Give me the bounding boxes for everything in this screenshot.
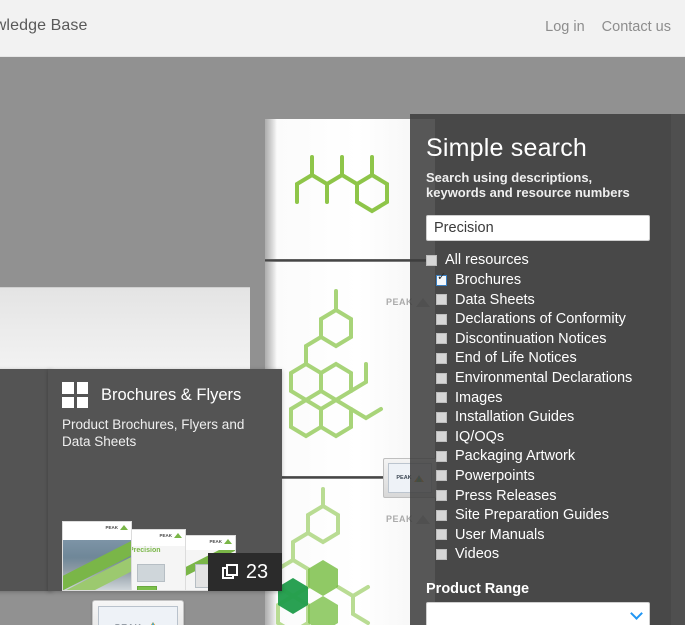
peak-wordmark: PEAK <box>385 297 413 307</box>
checkbox-label: Images <box>455 389 503 406</box>
checkbox-row-data-sheets[interactable]: Data Sheets <box>426 290 659 310</box>
checkbox-icon[interactable] <box>436 470 447 482</box>
checkbox-icon[interactable] <box>436 431 447 443</box>
brochure-thumbnail: PEAK Precision <box>124 529 186 591</box>
peak-triangle-icon <box>174 533 182 538</box>
checkbox-icon[interactable] <box>436 372 447 384</box>
checkbox-icon[interactable] <box>436 450 447 462</box>
checkbox-row-site-preparation-guides[interactable]: Site Preparation Guides <box>426 505 659 525</box>
brochure-thumbnail: PEAK <box>62 521 132 591</box>
panel-title: Simple search <box>426 134 587 162</box>
checkbox-label: Videos <box>455 546 500 563</box>
peak-triangle-icon <box>120 525 128 530</box>
grid-icon <box>62 382 88 408</box>
checkbox-icon[interactable] <box>436 392 447 404</box>
hero-background: SCIENTIFIC PEAK <box>0 57 685 625</box>
tile-header: Brochures & Flyers <box>48 369 282 408</box>
header-nav: Log in Contact us <box>545 19 671 35</box>
tile-title: Brochures & Flyers <box>101 385 242 404</box>
checkbox-icon[interactable] <box>436 272 447 286</box>
checkbox-row-declarations-of-conformity[interactable]: Declarations of Conformity <box>426 309 659 329</box>
search-input[interactable] <box>426 214 650 241</box>
checkbox-row-discontinuation-notices[interactable]: Discontinuation Notices <box>426 329 659 349</box>
resource-tile-partial[interactable]: 15 <box>0 369 52 591</box>
tile-count-badge: 23 <box>208 553 282 591</box>
tile-count-value: 23 <box>245 560 269 583</box>
resource-type-checklist: All resources Brochures Data Sheets Decl… <box>426 251 659 565</box>
checkbox-label: Installation Guides <box>455 409 575 426</box>
checkbox-row-brochures[interactable]: Brochures <box>426 270 659 290</box>
checkbox-icon[interactable] <box>436 411 447 423</box>
checkbox-label: IQ/OQs <box>455 428 505 445</box>
checkbox-icon[interactable] <box>436 294 447 306</box>
panel-subtitle: Search using descriptions, keywords and … <box>426 170 630 201</box>
checkbox-icon[interactable] <box>436 490 447 502</box>
contact-us-link[interactable]: Contact us <box>602 19 671 35</box>
product-range-select[interactable] <box>426 602 650 625</box>
brand-title: Knowledge Base <box>0 17 88 34</box>
resource-tile-brochures-flyers[interactable]: Brochures & Flyers Product Brochures, Fl… <box>48 369 282 591</box>
checkbox-row-all-resources[interactable]: All resources <box>426 251 659 271</box>
checkbox-row-iq-oqs[interactable]: IQ/OQs <box>426 427 659 447</box>
thumb-brand-label: PEAK <box>209 539 222 544</box>
checkbox-row-press-releases[interactable]: Press Releases <box>426 486 659 506</box>
peak-triangle-icon <box>224 539 232 544</box>
checkbox-label: Brochures <box>455 272 522 289</box>
checkbox-icon[interactable] <box>426 254 437 266</box>
checkbox-row-images[interactable]: Images <box>426 388 659 408</box>
checkbox-icon[interactable] <box>436 333 447 345</box>
tile-description: Product Brochures, Flyers and Data Sheet… <box>62 417 245 450</box>
checkbox-label: Data Sheets <box>455 291 535 308</box>
checkbox-label: User Manuals <box>455 526 545 543</box>
checkbox-row-powerpoints[interactable]: Powerpoints <box>426 466 659 486</box>
thumb-brand-label: PEAK <box>105 525 118 530</box>
checkbox-row-user-manuals[interactable]: User Manuals <box>426 525 659 545</box>
checkbox-icon[interactable] <box>436 313 447 325</box>
checkbox-label: Packaging Artwork <box>455 448 576 465</box>
checkbox-label: Powerpoints <box>455 467 535 484</box>
checkbox-row-end-of-life-notices[interactable]: End of Life Notices <box>426 349 659 369</box>
site-header: Knowledge Base Log in Contact us <box>0 0 685 57</box>
checkbox-label: Press Releases <box>455 487 557 504</box>
checkbox-icon[interactable] <box>436 509 447 521</box>
peak-wordmark: PEAK <box>385 514 413 524</box>
checkbox-label: Discontinuation Notices <box>455 330 607 347</box>
login-link[interactable]: Log in <box>545 19 585 35</box>
simple-search-panel: Simple search Search using descriptions,… <box>410 114 685 625</box>
checkbox-label: End of Life Notices <box>455 350 577 367</box>
equipment-touchscreen: PEAK <box>92 600 184 625</box>
product-range-label: Product Range <box>426 581 530 598</box>
copy-stack-icon <box>221 563 239 581</box>
thumb-caption: Precision <box>129 546 161 554</box>
checkbox-icon[interactable] <box>436 529 447 541</box>
checkbox-label: Declarations of Conformity <box>455 311 626 328</box>
checkbox-row-videos[interactable]: Videos <box>426 545 659 565</box>
checkbox-label: All resources <box>445 252 529 269</box>
page-root: Knowledge Base Log in Contact us SCIENTI… <box>0 0 685 625</box>
chevron-down-icon <box>630 606 643 620</box>
checkbox-row-installation-guides[interactable]: Installation Guides <box>426 407 659 427</box>
checkbox-icon[interactable] <box>436 548 447 560</box>
checkbox-row-environmental-declarations[interactable]: Environmental Declarations <box>426 368 659 388</box>
checkbox-icon[interactable] <box>436 352 447 364</box>
checkbox-label: Environmental Declarations <box>455 370 633 387</box>
checkbox-label: Site Preparation Guides <box>455 507 609 524</box>
checkbox-row-packaging-artwork[interactable]: Packaging Artwork <box>426 447 659 467</box>
thumb-brand-label: PEAK <box>159 533 172 538</box>
